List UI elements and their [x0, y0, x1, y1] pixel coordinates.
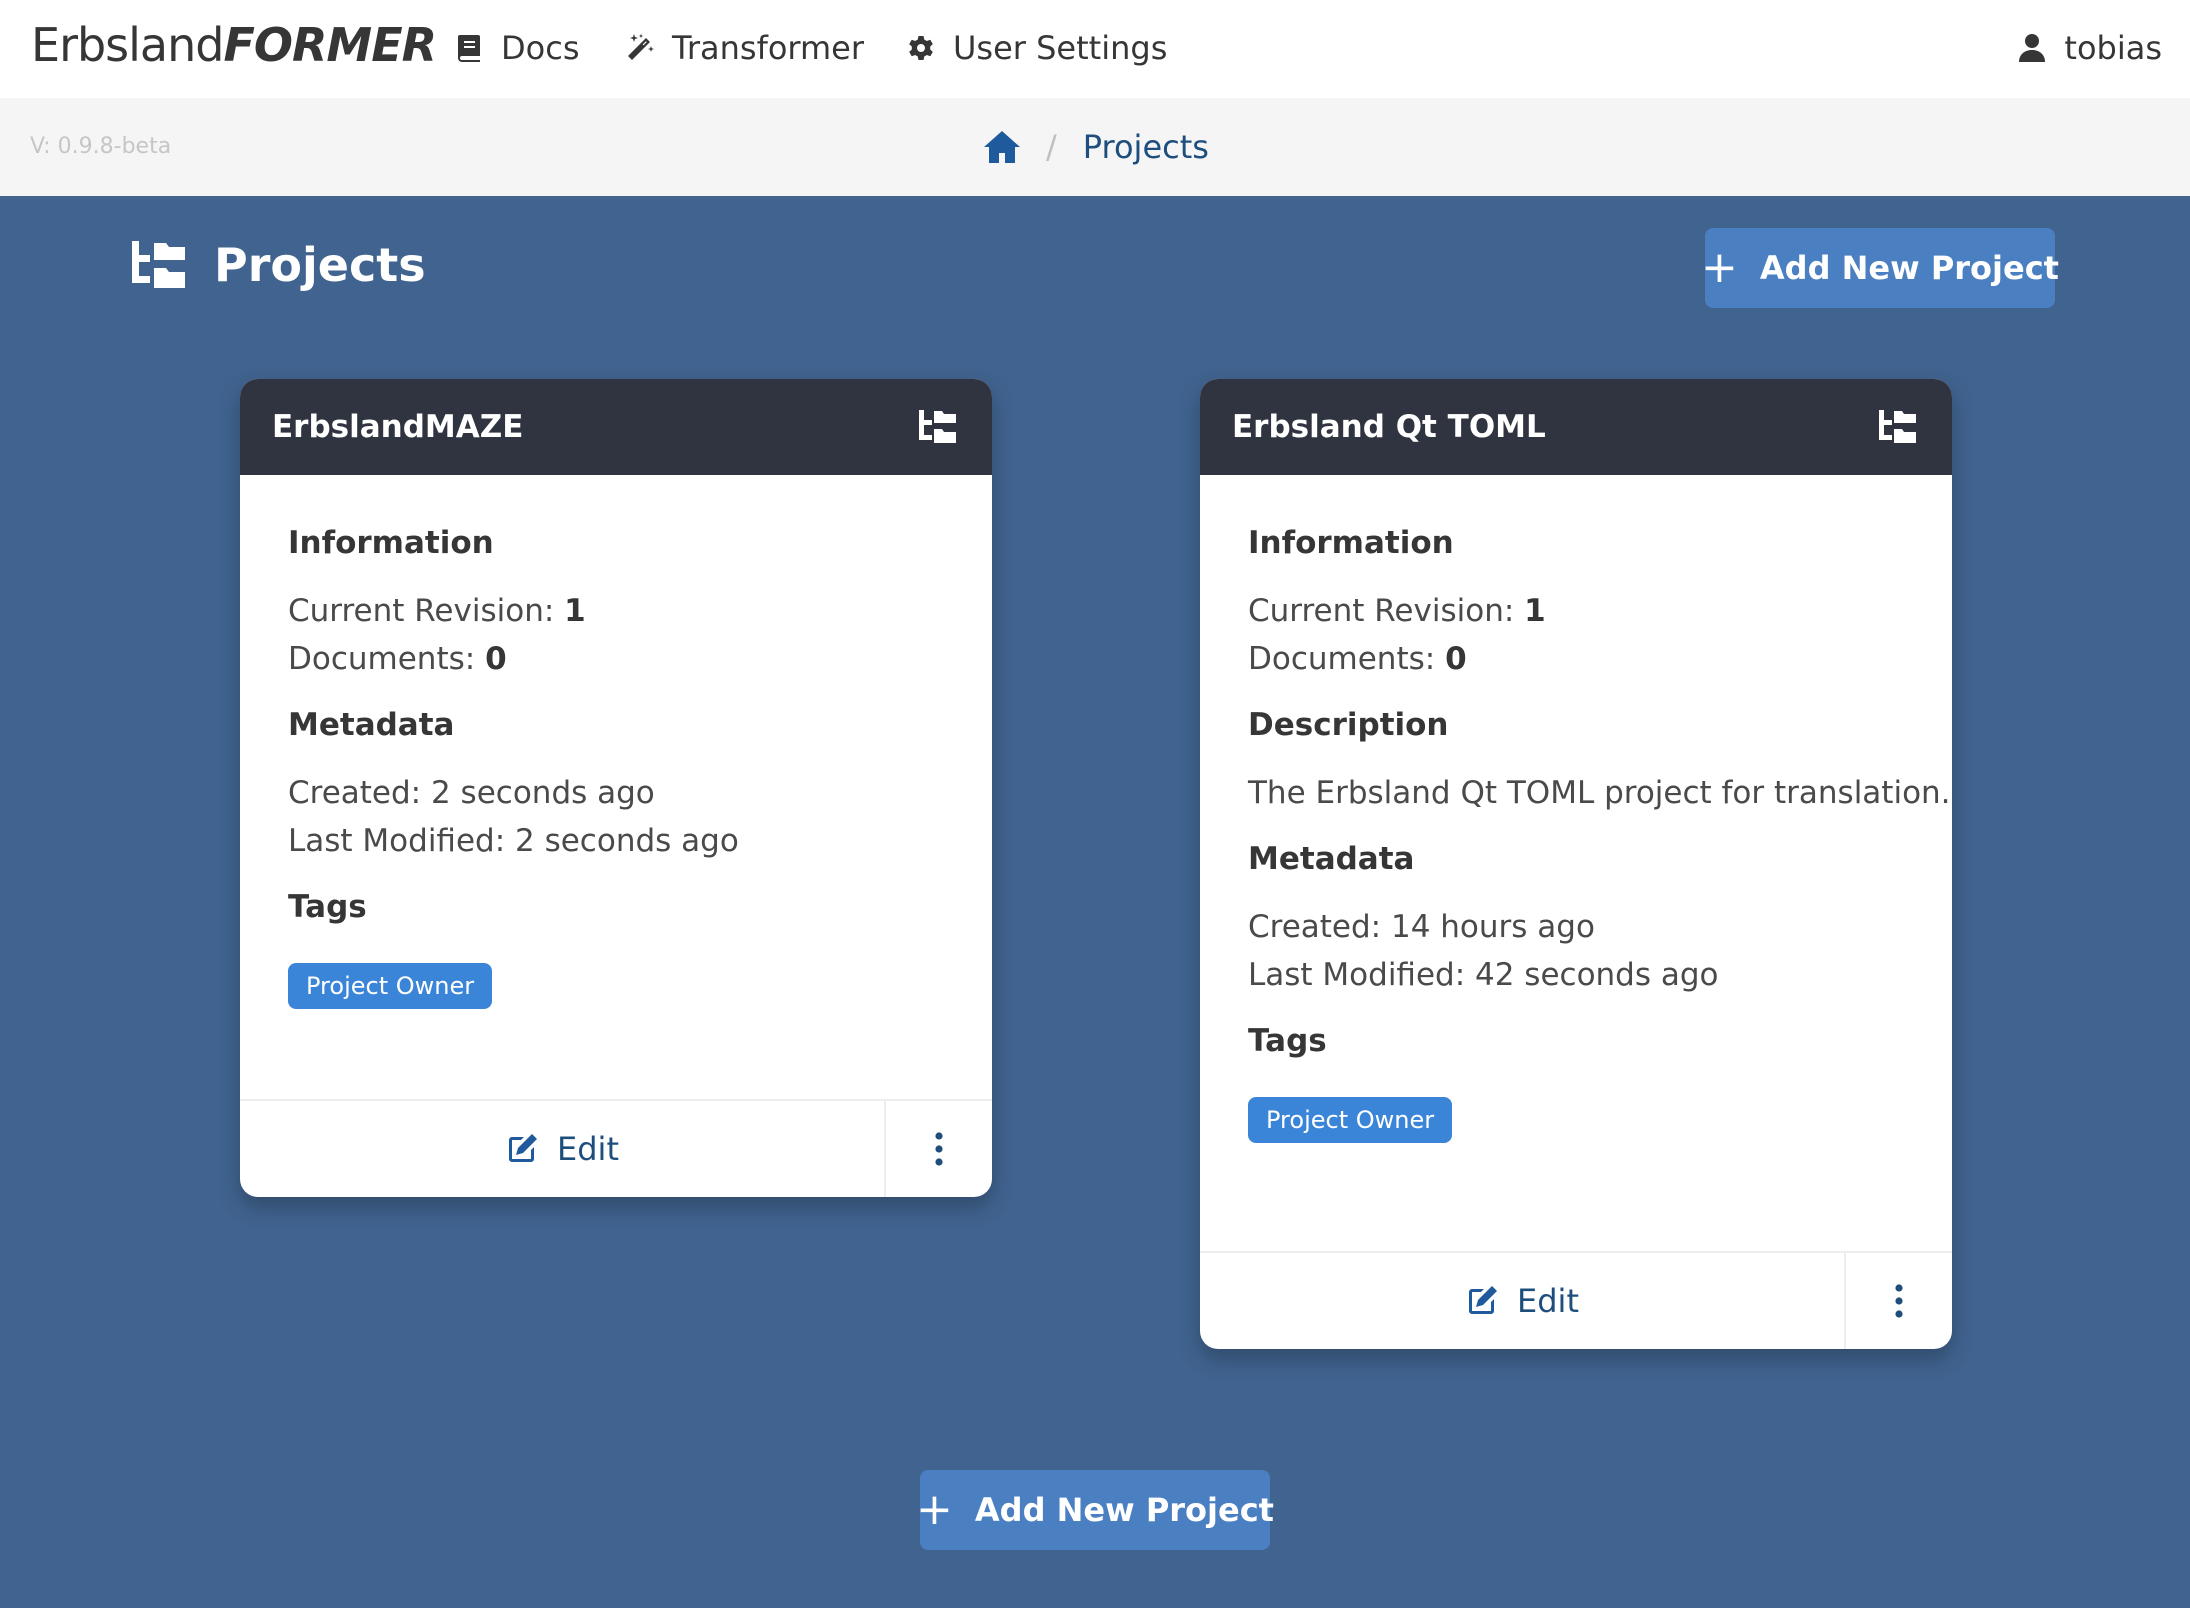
revision-value: 1 [564, 593, 586, 629]
breadcrumb-current[interactable]: Projects [1083, 128, 1209, 166]
nav-user-settings[interactable]: User Settings [905, 24, 1167, 72]
more-options-button[interactable] [1844, 1253, 1952, 1349]
tags-heading: Tags [1248, 1023, 1327, 1059]
description-heading: Description [1248, 707, 1449, 743]
nav-user-settings-label: User Settings [953, 29, 1168, 67]
nav-docs[interactable]: Docs [453, 24, 579, 72]
documents-label: Documents: [288, 641, 476, 677]
revision-label: Current Revision: [1248, 593, 1515, 629]
home-icon[interactable] [982, 129, 1022, 165]
revision-label: Current Revision: [288, 593, 555, 629]
vertical-ellipsis-icon [935, 1132, 943, 1166]
project-card: ErbslandMAZE Information Current Revisio… [240, 379, 992, 1197]
user-icon [2019, 34, 2046, 62]
vertical-ellipsis-icon [1895, 1284, 1903, 1318]
project-card-body: Information Current Revision: 1 Document… [1200, 475, 1952, 1143]
project-title[interactable]: ErbslandMAZE [272, 409, 523, 445]
tag-badge: Project Owner [288, 963, 493, 1009]
brand-logo[interactable]: ErbslandFORMER [31, 18, 437, 72]
breadcrumb-separator: / [1046, 128, 1057, 166]
created-text: Created: 14 hours ago [1248, 909, 1595, 945]
current-revision: Current Revision: 1 [288, 587, 944, 635]
nav-docs-label: Docs [501, 29, 580, 67]
edit-button[interactable]: Edit [1200, 1253, 1844, 1349]
information-heading: Information [1248, 525, 1454, 561]
documents-value: 0 [485, 641, 507, 677]
revision-value: 1 [1524, 593, 1546, 629]
project-card-header: Erbsland Qt TOML [1200, 379, 1952, 475]
more-options-button[interactable] [884, 1101, 992, 1197]
project-card-footer: Edit [240, 1099, 992, 1197]
nav-username: tobias [2064, 29, 2162, 67]
documents-count: Documents: 0 [1248, 635, 1904, 683]
project-title[interactable]: Erbsland Qt TOML [1232, 409, 1546, 445]
plus-icon: + [916, 1484, 953, 1535]
folder-tree-icon [1879, 410, 1916, 443]
gear-icon [909, 36, 933, 60]
book-icon [458, 35, 480, 62]
brand-prefix: Erbsland [31, 18, 224, 72]
project-card: Erbsland Qt TOML Information Current Rev… [1200, 379, 1952, 1349]
nav-user-menu[interactable]: tobias [2016, 24, 2162, 72]
edit-icon [1469, 1286, 1498, 1314]
edit-button[interactable]: Edit [240, 1101, 884, 1197]
created-text: Created: 2 seconds ago [288, 775, 655, 811]
edit-label: Edit [557, 1130, 619, 1168]
plus-icon: + [1701, 242, 1738, 293]
magic-wand-icon [628, 34, 654, 60]
edit-label: Edit [1517, 1282, 1579, 1320]
tag-badge: Project Owner [1248, 1097, 1453, 1143]
documents-label: Documents: [1248, 641, 1436, 677]
add-new-project-button-bottom[interactable]: + Add New Project [916, 1470, 1274, 1550]
nav-transformer-label: Transformer [672, 29, 865, 67]
add-new-project-button-top[interactable]: + Add New Project [1701, 228, 2059, 308]
documents-count: Documents: 0 [288, 635, 944, 683]
edit-icon [509, 1134, 538, 1162]
project-card-header: ErbslandMAZE [240, 379, 992, 475]
page-title: Projects [130, 236, 426, 294]
tags-heading: Tags [288, 889, 367, 925]
modified-text: Last Modified: 42 seconds ago [1248, 957, 1719, 993]
metadata-heading: Metadata [1248, 841, 1415, 877]
page-title-text: Projects [214, 238, 426, 292]
project-card-footer: Edit [1200, 1251, 1952, 1349]
version-label: V: 0.9.8-beta [30, 134, 172, 159]
metadata-heading: Metadata [288, 707, 455, 743]
folder-tree-icon [919, 410, 956, 443]
project-card-body: Information Current Revision: 1 Document… [240, 475, 992, 1009]
current-revision: Current Revision: 1 [1248, 587, 1904, 635]
add-new-project-label: Add New Project [1759, 249, 2059, 287]
documents-value: 0 [1445, 641, 1467, 677]
description-text: The Erbsland Qt TOML project for transla… [1248, 775, 1951, 811]
nav-transformer[interactable]: Transformer [624, 24, 864, 72]
modified-text: Last Modified: 2 seconds ago [288, 823, 739, 859]
information-heading: Information [288, 525, 494, 561]
brand-suffix: FORMER [223, 18, 437, 72]
breadcrumb: / Projects [982, 124, 1209, 170]
folder-tree-icon [132, 241, 185, 288]
top-navbar: ErbslandFORMER Docs Transformer User Set… [0, 0, 2190, 98]
add-new-project-label: Add New Project [974, 1491, 1274, 1529]
